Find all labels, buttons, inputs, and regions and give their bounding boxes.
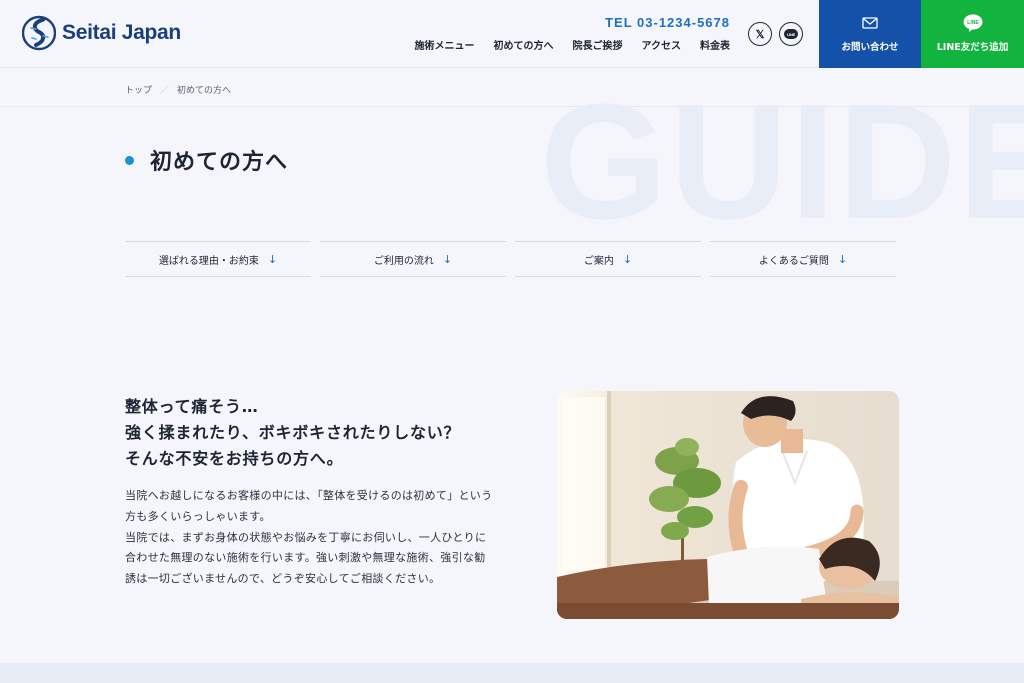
nav-item-access[interactable]: アクセス: [642, 37, 682, 52]
tab-faq[interactable]: よくあるご質問 ↓: [710, 241, 896, 277]
nav-item-menu[interactable]: 施術メニュー: [415, 37, 475, 52]
intro-body-line: 当院では、まずお身体の状態やお悩みを丁寧にお伺いし、一人ひとりに: [125, 530, 487, 544]
tab-flow[interactable]: ご利用の流れ ↓: [320, 241, 506, 277]
spine-logo-icon: [22, 15, 56, 51]
tab-label: よくあるご質問: [758, 255, 829, 267]
treatment-illustration: [557, 391, 899, 619]
intro-heading-line: 整体って痛そう…: [125, 397, 259, 416]
line-bubble-icon: LINE: [963, 14, 983, 32]
ghost-heading: GUIDE: [540, 70, 1024, 253]
arrow-down-icon: ↓: [837, 252, 848, 266]
mail-icon: [862, 15, 878, 31]
contact-button[interactable]: お問い合わせ: [819, 0, 921, 68]
intro-body-line: 当院へお越しになるお客様の中には、「整体を受けるのは初めて」という: [125, 489, 493, 502]
line-add-button-label: LINE友だち追加: [936, 42, 1009, 53]
treatment-photo: [557, 391, 899, 619]
tab-label: ご利用の流れ: [373, 255, 434, 267]
breadcrumb: トップ ／ 初めての方へ: [125, 83, 231, 96]
x-icon-glyph: 𝕏: [755, 28, 765, 41]
tel-link[interactable]: TEL 03-1234-5678: [605, 15, 730, 30]
line-bubble-text: LINE: [967, 20, 979, 26]
site-logo[interactable]: Seitai Japan: [22, 14, 181, 52]
intro-body: 当院へお越しになるお客様の中には、「整体を受けるのは初めて」という 方も多くいら…: [125, 486, 525, 590]
intro-heading-line: 強く揉まれたり、ボキボキされたりしない？: [125, 423, 461, 442]
tab-label: ご案内: [583, 255, 614, 267]
anchor-tabs: 選ばれる理由・お約束 ↓ ご利用の流れ ↓ ご案内 ↓ よくあるご質問 ↓: [125, 241, 896, 277]
arrow-down-icon: ↓: [267, 252, 278, 266]
intro-body-line: 合わせた無理のない施術を行います。強い刺激や無理な施術、強引な勧: [125, 551, 486, 565]
line-icon[interactable]: LINE: [779, 22, 803, 46]
brand-name: Seitai Japan: [62, 21, 181, 44]
breadcrumb-separator: ／: [160, 86, 170, 96]
x-icon[interactable]: 𝕏: [748, 22, 772, 46]
next-section-band: [0, 663, 1024, 683]
nav-item-price[interactable]: 料金表: [700, 37, 730, 52]
nav-item-guide[interactable]: 初めての方へ: [494, 37, 554, 52]
breadcrumb-home[interactable]: トップ: [125, 83, 152, 96]
global-nav: 施術メニュー 初めての方へ 院長ご挨拶 アクセス 料金表: [415, 37, 731, 52]
intro-body-line: 方も多くいらっしゃいます。: [125, 509, 271, 523]
intro-body-line: 誘は一切ございませんので、どうぞ安心してご相談ください。: [125, 572, 441, 586]
nav-item-greeting[interactable]: 院長ご挨拶: [573, 37, 623, 52]
tab-information[interactable]: ご案内 ↓: [515, 241, 701, 277]
intro-heading-line: そんな不安をお持ちの方へ。: [125, 449, 344, 468]
page-title-text: 初めての方へ: [150, 150, 289, 175]
line-add-button[interactable]: LINE LINE友だち追加: [921, 0, 1024, 68]
title-dot: [125, 155, 134, 165]
contact-button-label: お問い合わせ: [841, 42, 899, 53]
arrow-down-icon: ↓: [442, 252, 453, 266]
tab-reasons[interactable]: 選ばれる理由・お約束 ↓: [125, 241, 311, 277]
intro-heading: 整体って痛そう… 強く揉まれたり、ボキボキされたりしない？ そんな不安をお持ちの…: [125, 394, 460, 472]
page-title: 初めての方へ: [125, 144, 288, 176]
tab-label: 選ばれる理由・お約束: [158, 255, 259, 267]
breadcrumb-current: 初めての方へ: [177, 86, 232, 96]
arrow-down-icon: ↓: [622, 252, 633, 266]
site-header: Seitai Japan TEL 03-1234-5678 施術メニュー 初めて…: [0, 0, 1024, 68]
line-icon-glyph: LINE: [784, 29, 798, 39]
